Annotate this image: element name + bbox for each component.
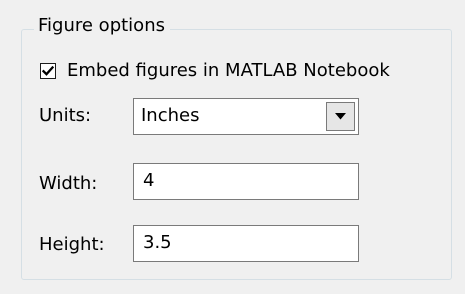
chevron-down-icon [335, 113, 346, 120]
units-dropdown-button[interactable] [326, 102, 355, 131]
checkmark-icon [42, 65, 54, 76]
figure-options-title: Figure options [34, 15, 170, 37]
width-value: 4 [143, 170, 155, 191]
units-label: Units: [39, 105, 92, 126]
height-value: 3.5 [143, 232, 172, 253]
units-dropdown[interactable]: Inches [133, 98, 359, 135]
embed-figures-checkbox[interactable]: Embed figures in MATLAB Notebook [40, 59, 390, 83]
height-label: Height: [39, 234, 105, 255]
width-input[interactable]: 4 [133, 163, 359, 200]
height-input[interactable]: 3.5 [133, 225, 359, 262]
width-label: Width: [39, 173, 98, 194]
checkbox-box[interactable] [40, 63, 56, 79]
units-selected-value: Inches [141, 105, 200, 126]
embed-figures-label: Embed figures in MATLAB Notebook [67, 60, 390, 81]
